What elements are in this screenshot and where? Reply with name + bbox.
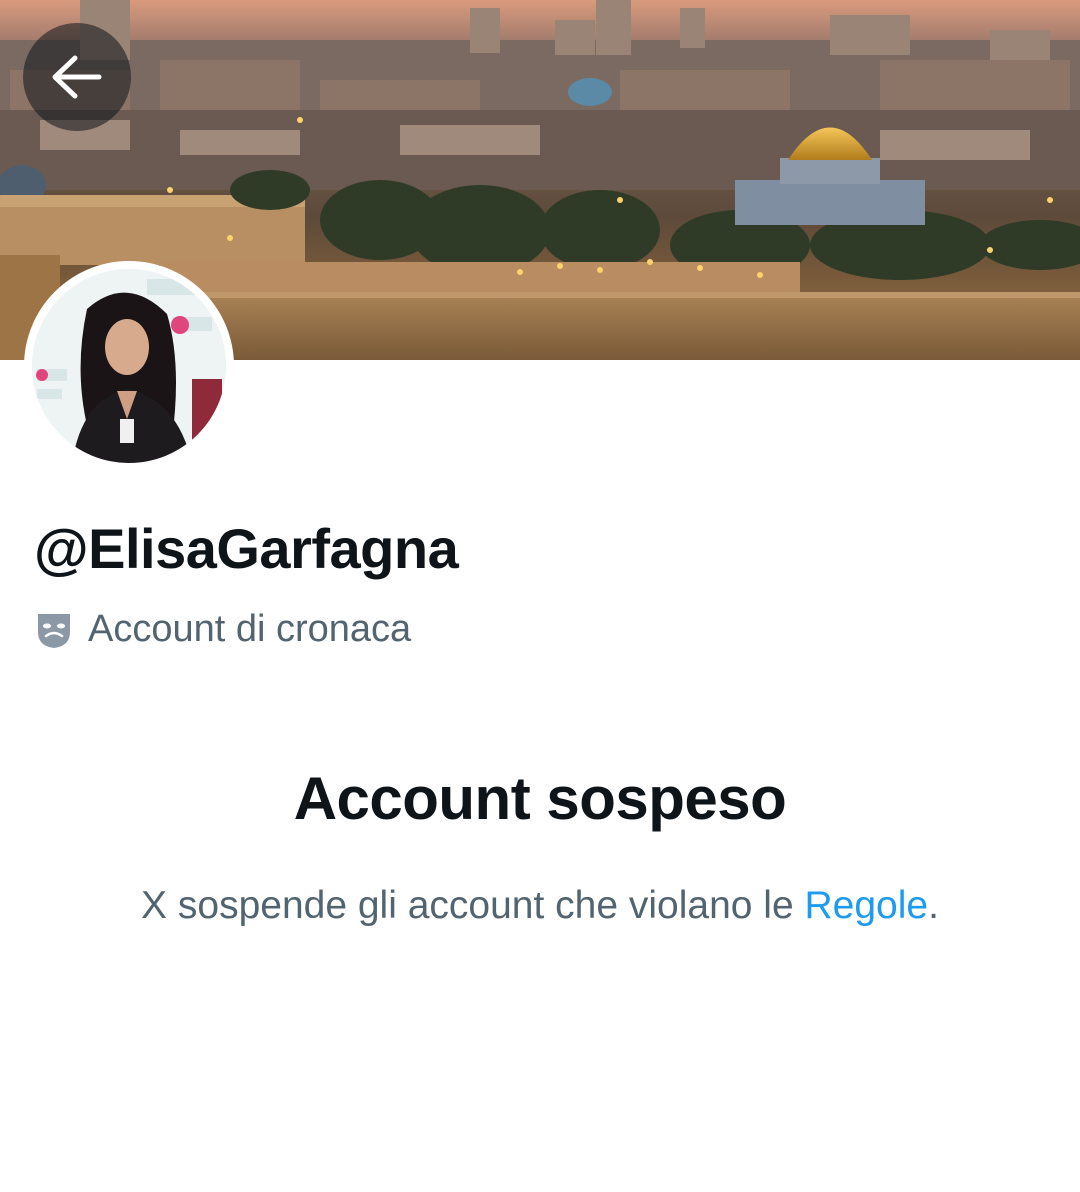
- suspended-message: X sospende gli account che violano le Re…: [0, 884, 1080, 928]
- profile-page: @ElisaGarfagna Account di cronaca Accoun…: [0, 0, 1080, 1192]
- account-label[interactable]: Account di cronaca: [36, 608, 411, 651]
- suspended-title: Account sospeso: [293, 765, 787, 832]
- avatar[interactable]: [24, 261, 234, 471]
- arrow-left-icon: [52, 55, 102, 99]
- rules-link[interactable]: Regole: [805, 884, 929, 927]
- suspended-message-suffix: .: [928, 884, 939, 927]
- back-button[interactable]: [23, 23, 131, 131]
- suspended-message-prefix: X sospende gli account che violano le: [141, 884, 805, 927]
- avatar-image: [32, 269, 226, 463]
- account-label-text: Account di cronaca: [88, 608, 412, 650]
- theater-masks-icon: [38, 613, 70, 648]
- profile-handle: @ElisaGarfagna: [34, 517, 459, 580]
